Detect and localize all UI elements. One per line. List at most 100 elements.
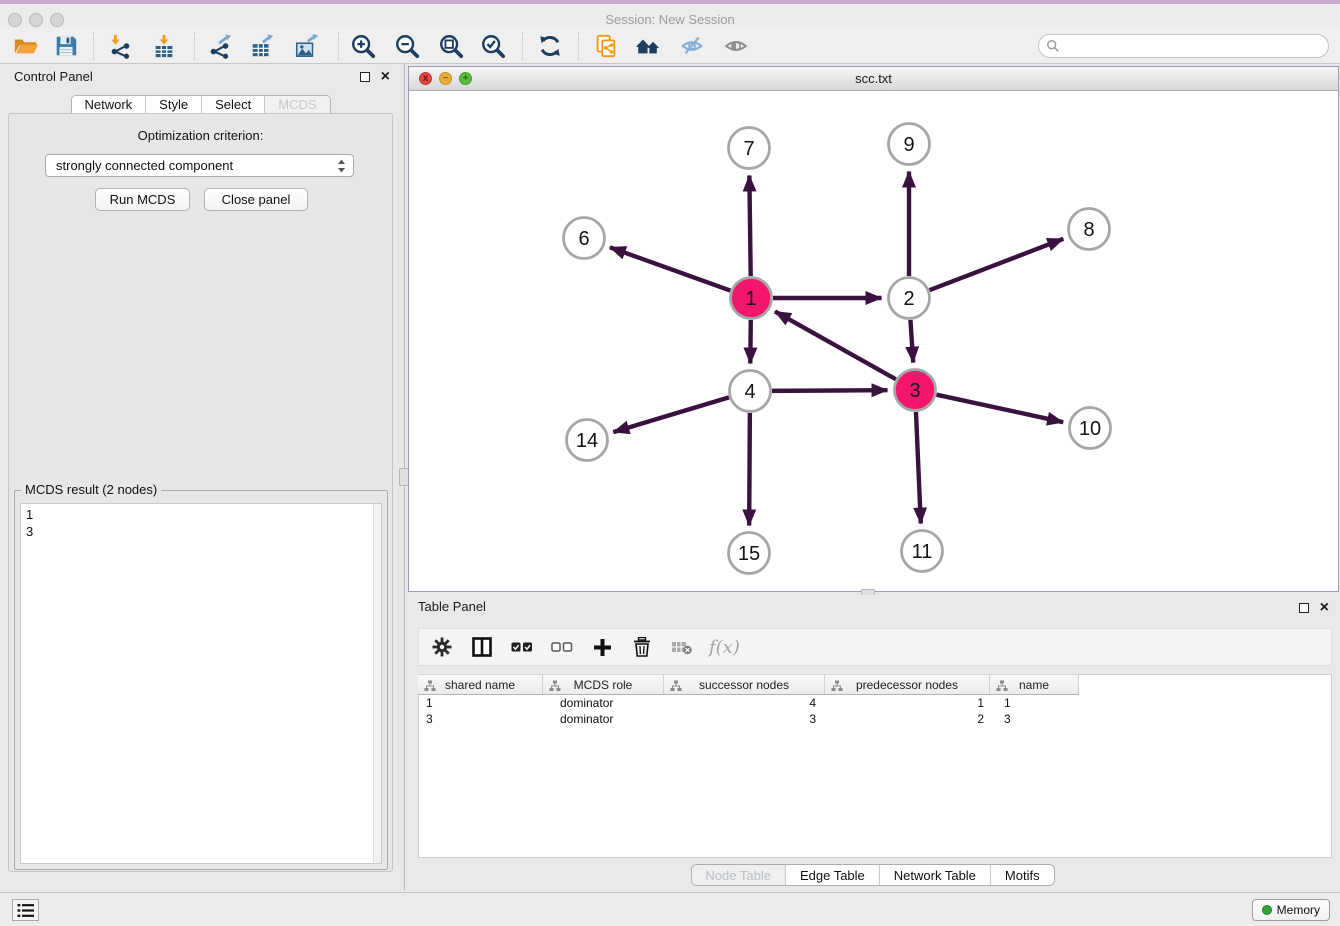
cell[interactable]: 4 bbox=[664, 695, 825, 711]
cell[interactable]: 3 bbox=[664, 711, 825, 727]
open-session-button[interactable] bbox=[10, 30, 42, 62]
node-4[interactable]: 4 bbox=[730, 371, 771, 412]
column-header-MCDS-role[interactable]: MCDS role bbox=[543, 675, 664, 694]
show-columns-icon[interactable] bbox=[469, 634, 495, 660]
cell[interactable]: 1 bbox=[825, 695, 990, 711]
tab-network-table[interactable]: Network Table bbox=[880, 865, 991, 885]
table-row[interactable]: 3dominator323 bbox=[418, 711, 1079, 727]
cell[interactable]: 1 bbox=[990, 695, 1079, 711]
network-canvas[interactable]: 7 9 6 8 1 2 4 3 14 10 15 11 bbox=[409, 91, 1338, 591]
edge-1-6[interactable] bbox=[610, 247, 730, 290]
zoom-selected-icon bbox=[480, 33, 506, 59]
import-table-button[interactable] bbox=[148, 30, 180, 62]
tab-style[interactable]: Style bbox=[146, 96, 202, 113]
column-type-icon bbox=[831, 680, 843, 692]
zoom-in-button[interactable] bbox=[347, 30, 379, 62]
import-network-button[interactable] bbox=[104, 30, 136, 62]
cell[interactable]: dominator bbox=[543, 711, 664, 727]
node-6[interactable]: 6 bbox=[564, 218, 605, 259]
column-header-shared-name[interactable]: shared name bbox=[418, 675, 543, 694]
show-graphics-details-button[interactable] bbox=[720, 30, 752, 62]
edge-4-3[interactable] bbox=[772, 390, 888, 391]
minimize-frame-icon[interactable]: − bbox=[439, 72, 452, 85]
edge-3-10[interactable] bbox=[936, 395, 1063, 422]
control-panel-header: Control Panel × bbox=[0, 64, 401, 90]
add-column-icon[interactable] bbox=[589, 634, 615, 660]
result-line: 1 bbox=[26, 506, 376, 523]
network-window-titlebar[interactable]: x − + scc.txt bbox=[409, 67, 1338, 91]
optimization-criterion-label: Optimization criterion: bbox=[9, 128, 392, 143]
export-image-button[interactable] bbox=[290, 30, 322, 62]
svg-text:14: 14 bbox=[576, 430, 598, 452]
float-table-panel-icon[interactable] bbox=[1299, 603, 1309, 613]
zoom-selected-button[interactable] bbox=[477, 30, 509, 62]
column-header-successor-nodes[interactable]: successor nodes bbox=[664, 675, 825, 694]
apply-layout-button[interactable] bbox=[534, 30, 566, 62]
node-9[interactable]: 9 bbox=[889, 124, 930, 165]
cell[interactable]: dominator bbox=[543, 695, 664, 711]
float-panel-icon[interactable] bbox=[360, 72, 370, 82]
column-header-predecessor-nodes[interactable]: predecessor nodes bbox=[825, 675, 990, 694]
optimization-criterion-select[interactable]: strongly connected component bbox=[45, 154, 354, 177]
search-input[interactable] bbox=[1060, 37, 1328, 55]
mcds-result-list[interactable]: 13 bbox=[20, 503, 382, 864]
zoom-fit-button[interactable] bbox=[435, 30, 467, 62]
home-button[interactable] bbox=[632, 30, 664, 62]
close-frame-icon[interactable]: x bbox=[419, 72, 432, 85]
edge-4-14[interactable] bbox=[613, 397, 729, 432]
node-7[interactable]: 7 bbox=[729, 128, 770, 169]
maximize-frame-icon[interactable]: + bbox=[459, 72, 472, 85]
mcds-panel: Optimization criterion: strongly connect… bbox=[8, 113, 393, 872]
node-15[interactable]: 15 bbox=[729, 533, 770, 574]
delete-column-icon[interactable] bbox=[629, 634, 655, 660]
hide-graphics-details-button[interactable] bbox=[676, 30, 708, 62]
edge-2-3[interactable] bbox=[910, 320, 913, 363]
tab-mcds[interactable]: MCDS bbox=[265, 96, 329, 113]
node-14[interactable]: 14 bbox=[567, 420, 608, 461]
node-11[interactable]: 11 bbox=[902, 531, 943, 572]
cell[interactable]: 2 bbox=[825, 711, 990, 727]
cell[interactable]: 1 bbox=[418, 695, 543, 711]
tab-motifs[interactable]: Motifs bbox=[991, 865, 1054, 885]
column-header-name[interactable]: name bbox=[990, 675, 1079, 694]
duplicate-network-icon bbox=[593, 33, 619, 59]
edge-1-7[interactable] bbox=[749, 175, 750, 276]
close-table-panel-icon[interactable]: × bbox=[1320, 601, 1329, 615]
delete-table-icon[interactable] bbox=[669, 634, 695, 660]
edge-3-11[interactable] bbox=[916, 412, 921, 524]
gear-icon[interactable] bbox=[429, 634, 455, 660]
table-row[interactable]: 1dominator411 bbox=[418, 695, 1079, 711]
node-8[interactable]: 8 bbox=[1069, 209, 1110, 250]
close-panel-button[interactable]: Close panel bbox=[204, 188, 308, 211]
column-type-icon bbox=[424, 680, 436, 692]
duplicate-network-button[interactable] bbox=[590, 30, 622, 62]
search-field[interactable] bbox=[1038, 34, 1329, 58]
save-session-button[interactable] bbox=[50, 30, 82, 62]
edge-2-8[interactable] bbox=[930, 239, 1064, 290]
refresh-icon bbox=[537, 33, 563, 59]
export-network-button[interactable] bbox=[204, 30, 236, 62]
result-scrollbar[interactable] bbox=[373, 504, 381, 863]
deselect-all-icon[interactable] bbox=[549, 634, 575, 660]
node-2[interactable]: 2 bbox=[889, 278, 930, 319]
export-table-button[interactable] bbox=[246, 30, 278, 62]
edge-3-1[interactable] bbox=[775, 311, 896, 379]
cell[interactable]: 3 bbox=[990, 711, 1079, 727]
cell[interactable]: 3 bbox=[418, 711, 543, 727]
node-10[interactable]: 10 bbox=[1070, 408, 1111, 449]
tab-network[interactable]: Network bbox=[71, 96, 146, 113]
console-button[interactable] bbox=[12, 899, 39, 921]
node-1[interactable]: 1 bbox=[731, 278, 772, 319]
select-all-icon[interactable] bbox=[509, 634, 535, 660]
edge-4-15[interactable] bbox=[749, 413, 750, 526]
memory-button[interactable]: Memory bbox=[1252, 899, 1330, 921]
tab-select[interactable]: Select bbox=[202, 96, 265, 113]
close-panel-icon[interactable]: × bbox=[381, 70, 390, 84]
select-stepper-icon bbox=[337, 158, 346, 180]
tab-edge-table[interactable]: Edge Table bbox=[786, 865, 880, 885]
function-builder-icon[interactable]: f(x) bbox=[709, 637, 740, 658]
node-3[interactable]: 3 bbox=[895, 370, 936, 411]
run-mcds-button[interactable]: Run MCDS bbox=[95, 188, 190, 211]
tab-node-table[interactable]: Node Table bbox=[691, 865, 786, 885]
zoom-out-button[interactable] bbox=[391, 30, 423, 62]
